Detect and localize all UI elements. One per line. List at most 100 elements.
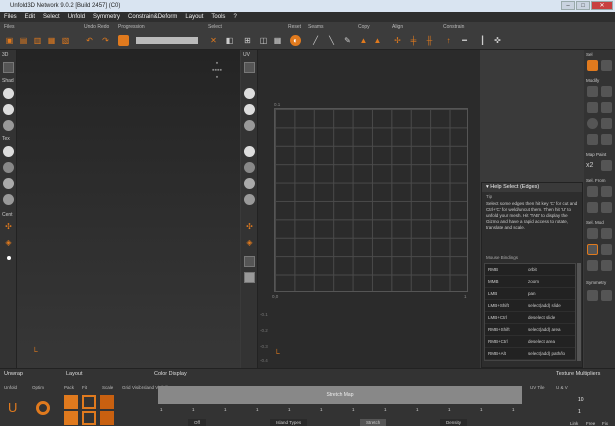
symmetry-x-icon[interactable] (587, 290, 598, 301)
cut-icon[interactable]: ╱ (310, 35, 321, 46)
undo-icon[interactable]: ↶ (84, 35, 95, 46)
link-toggle[interactable]: Link (570, 421, 578, 426)
lock-vertical-icon[interactable]: ┃ (477, 35, 488, 46)
sel-from-3d-icon[interactable] (587, 186, 598, 197)
sel-from-uv-icon[interactable] (601, 186, 612, 197)
texture-grid-icon[interactable] (3, 178, 14, 189)
scale-icon[interactable] (100, 395, 114, 409)
center-icon[interactable]: ✣ (3, 221, 14, 232)
seam-brush-icon[interactable]: ✎ (342, 35, 353, 46)
sel-loop-icon[interactable] (587, 244, 598, 255)
viewport-uv[interactable]: 0.1 0,0 1 -0.1 -0.2 -0.3 -0.4 └ (258, 50, 480, 368)
close-button[interactable]: ✕ (591, 1, 613, 10)
new-file-icon[interactable]: ▣ (4, 35, 15, 46)
sel-grow-icon[interactable] (587, 228, 598, 239)
open-file-icon[interactable]: ▤ (18, 35, 29, 46)
center-selection-icon[interactable]: ◈ (3, 237, 14, 248)
menu-tools[interactable]: Tools (211, 12, 225, 22)
select-faces-icon[interactable]: ▦ (272, 35, 283, 46)
menu-layout[interactable]: Layout (185, 12, 203, 22)
redo-icon[interactable]: ↷ (100, 35, 111, 46)
reset-icon[interactable]: ◐ (290, 35, 301, 46)
x2-label[interactable]: x2 (586, 162, 593, 169)
sel-from-island-icon[interactable] (587, 202, 598, 213)
scale-icon[interactable] (587, 102, 598, 113)
texture-on-icon[interactable] (3, 146, 14, 157)
texture-stretch-icon[interactable] (3, 194, 14, 205)
paste-icon[interactable]: ▲ (372, 35, 383, 46)
unwrap-header[interactable]: Unwrap (4, 371, 23, 377)
unpin-icon[interactable]: ✜ (492, 35, 503, 46)
align-vertical-icon[interactable]: ╫ (424, 35, 435, 46)
align-icon[interactable]: ✢ (392, 35, 403, 46)
tab-island-types[interactable]: Island Types (270, 419, 308, 426)
uv-grid-icon[interactable] (244, 178, 255, 189)
uv-texture-icon[interactable] (244, 146, 255, 157)
fix-toggle[interactable]: Fix (602, 421, 608, 426)
select-path-icon[interactable] (601, 60, 612, 71)
save-file-icon[interactable]: ▥ (32, 35, 43, 46)
sel-ring-icon[interactable] (601, 244, 612, 255)
stretch-map-bar[interactable]: Stretch Map (158, 386, 522, 404)
relax-icon[interactable] (587, 118, 598, 129)
menu-files[interactable]: Files (4, 12, 17, 22)
minimize-button[interactable]: – (561, 1, 575, 10)
uv-center-selection-icon[interactable]: ◈ (244, 237, 255, 248)
fit-icon[interactable] (82, 395, 96, 409)
menu-unfold[interactable]: Unfold (68, 12, 85, 22)
viewport-3d[interactable]: ▪ ▪▪▪▪ ▪ └ (17, 50, 240, 368)
texture-multipliers-header[interactable]: Texture Multipliers (556, 371, 600, 377)
straighten-icon[interactable] (601, 118, 612, 129)
tab-density[interactable]: Density (440, 419, 468, 426)
stack-icon[interactable] (587, 134, 598, 145)
center-dot-icon[interactable] (7, 256, 11, 260)
pack-islands-icon[interactable] (64, 411, 78, 425)
uv-checker-icon[interactable] (244, 162, 255, 173)
copy-icon[interactable]: ▲ (358, 35, 369, 46)
tab-stretch[interactable]: Stretch (360, 419, 387, 426)
layout-header[interactable]: Layout (66, 371, 83, 377)
shading-wire-icon[interactable] (3, 120, 14, 131)
menu-constrain-deform[interactable]: Constrain&Deform (128, 12, 177, 22)
scale-islands-icon[interactable] (100, 411, 114, 425)
frame-3d-icon[interactable] (3, 62, 14, 73)
free-toggle[interactable]: Free (586, 421, 595, 426)
shading-smooth-icon[interactable] (3, 88, 14, 99)
select-mode-icon[interactable]: ◧ (224, 35, 235, 46)
sel-from-edge-icon[interactable] (601, 202, 612, 213)
menu-help[interactable]: ? (233, 12, 236, 22)
frame-uv-icon[interactable] (244, 62, 255, 73)
uv-center-icon[interactable]: ✣ (244, 221, 255, 232)
maximize-button[interactable]: □ (576, 1, 590, 10)
uv-shading-icon[interactable] (244, 88, 255, 99)
align-horizontal-icon[interactable]: ╪ (408, 35, 419, 46)
optimize-icon[interactable] (36, 401, 50, 415)
uv-tile-icon[interactable] (244, 256, 255, 267)
brush-icon[interactable] (601, 160, 612, 171)
mirror-icon[interactable] (601, 134, 612, 145)
select-tool-icon[interactable] (587, 60, 598, 71)
stop-icon[interactable] (118, 35, 129, 46)
sel-invert-icon[interactable] (587, 260, 598, 271)
lock-horizontal-icon[interactable]: ━ (459, 35, 470, 46)
pin-icon[interactable]: ↑ (443, 35, 454, 46)
select-island-icon[interactable]: ◫ (258, 35, 269, 46)
multiplier-v-value[interactable]: 1 (578, 409, 581, 415)
uv-shading-flat-icon[interactable] (244, 104, 255, 115)
nav-cube-icon[interactable]: ▪ ▪▪▪▪ ▪ (202, 60, 232, 82)
tab-off[interactable]: Off (188, 419, 206, 426)
menu-symmetry[interactable]: Symmetry (93, 12, 120, 22)
fit-islands-icon[interactable] (82, 411, 96, 425)
color-display-header[interactable]: Color Display (154, 371, 187, 377)
move-icon[interactable] (587, 86, 598, 97)
weld-icon[interactable]: ╲ (326, 35, 337, 46)
uv-wire-icon[interactable] (244, 120, 255, 131)
bindings-scrollbar[interactable] (577, 263, 581, 361)
flip-icon[interactable] (601, 102, 612, 113)
sel-shrink-icon[interactable] (601, 228, 612, 239)
deselect-icon[interactable]: ✕ (208, 35, 219, 46)
save-as-icon[interactable]: ▦ (46, 35, 57, 46)
menu-edit[interactable]: Edit (25, 12, 35, 22)
pack-icon[interactable] (64, 395, 78, 409)
menu-select[interactable]: Select (43, 12, 60, 22)
